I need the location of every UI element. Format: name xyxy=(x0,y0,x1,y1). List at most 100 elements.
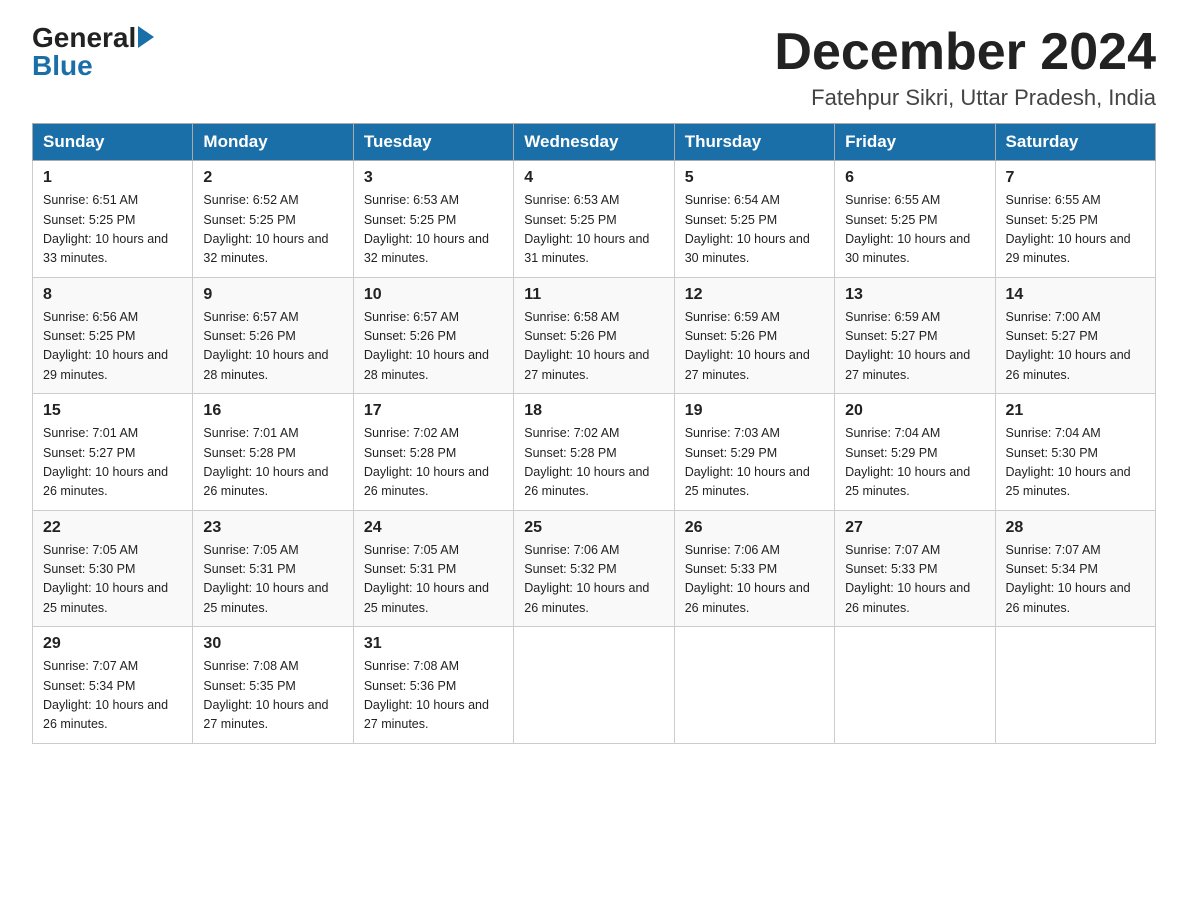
calendar-day-cell xyxy=(514,627,674,744)
logo-blue-text: Blue xyxy=(32,50,93,81)
calendar-day-cell: 18Sunrise: 7:02 AMSunset: 5:28 PMDayligh… xyxy=(514,394,674,511)
calendar-header-row: SundayMondayTuesdayWednesdayThursdayFrid… xyxy=(33,124,1156,161)
calendar-day-cell: 29 Sunrise: 7:07 AMSunset: 5:34 PMDayligh… xyxy=(33,627,193,744)
day-number: 23 xyxy=(203,519,342,537)
calendar-day-cell: 19 Sunrise: 7:03 AMSunset: 5:29 PMDayligh… xyxy=(674,394,834,511)
day-number: 17 xyxy=(364,402,503,420)
calendar-day-cell: 30 Sunrise: 7:08 AMSunset: 5:35 PMDayligh… xyxy=(193,627,353,744)
calendar-day-cell xyxy=(674,627,834,744)
calendar-day-cell: 22Sunrise: 7:05 AMSunset: 5:30 PMDayligh… xyxy=(33,510,193,627)
day-info: Sunrise: 7:04 AMSunset: 5:30 PMDaylight:… xyxy=(1006,424,1145,502)
day-number: 21 xyxy=(1006,402,1145,420)
day-number: 1 xyxy=(43,169,182,187)
day-info: Sunrise: 7:05 AMSunset: 5:31 PMDaylight:… xyxy=(203,541,342,619)
calendar-day-cell: 24Sunrise: 7:05 AMSunset: 5:31 PMDayligh… xyxy=(353,510,513,627)
calendar-day-cell: 9Sunrise: 6:57 AMSunset: 5:26 PMDaylight… xyxy=(193,277,353,394)
day-info: Sunrise: 6:57 AMSunset: 5:26 PMDaylight:… xyxy=(364,308,503,386)
calendar-week-row: 8Sunrise: 6:56 AMSunset: 5:25 PMDaylight… xyxy=(33,277,1156,394)
day-info: Sunrise: 6:58 AMSunset: 5:26 PMDaylight:… xyxy=(524,308,663,386)
day-number: 4 xyxy=(524,169,663,187)
weekday-header-tuesday: Tuesday xyxy=(353,124,513,161)
day-number: 11 xyxy=(524,286,663,304)
calendar-day-cell: 31 Sunrise: 7:08 AMSunset: 5:36 PMDayligh… xyxy=(353,627,513,744)
calendar-day-cell: 28 Sunrise: 7:07 AMSunset: 5:34 PMDayligh… xyxy=(995,510,1155,627)
day-info: Sunrise: 6:51 AMSunset: 5:25 PMDaylight:… xyxy=(43,191,182,269)
calendar-day-cell: 3 Sunrise: 6:53 AMSunset: 5:25 PMDaylight… xyxy=(353,161,513,278)
day-number: 27 xyxy=(845,519,984,537)
calendar-day-cell: 11 Sunrise: 6:58 AMSunset: 5:26 PMDayligh… xyxy=(514,277,674,394)
calendar-day-cell: 7Sunrise: 6:55 AMSunset: 5:25 PMDaylight… xyxy=(995,161,1155,278)
calendar-day-cell: 27 Sunrise: 7:07 AMSunset: 5:33 PMDayligh… xyxy=(835,510,995,627)
calendar-day-cell: 17 Sunrise: 7:02 AMSunset: 5:28 PMDayligh… xyxy=(353,394,513,511)
logo-general-text: General xyxy=(32,24,136,52)
day-number: 7 xyxy=(1006,169,1145,187)
day-info: Sunrise: 7:08 AMSunset: 5:35 PMDaylight:… xyxy=(203,657,342,735)
location-subtitle: Fatehpur Sikri, Uttar Pradesh, India xyxy=(774,85,1156,111)
calendar-day-cell: 5Sunrise: 6:54 AMSunset: 5:25 PMDaylight… xyxy=(674,161,834,278)
day-info: Sunrise: 7:02 AMSunset: 5:28 PMDaylight:… xyxy=(524,424,663,502)
weekday-header-thursday: Thursday xyxy=(674,124,834,161)
day-info: Sunrise: 7:01 AMSunset: 5:28 PMDaylight:… xyxy=(203,424,342,502)
day-info: Sunrise: 6:53 AMSunset: 5:25 PMDaylight:… xyxy=(364,191,503,269)
logo-flag-icon xyxy=(138,26,154,48)
calendar-day-cell: 1 Sunrise: 6:51 AMSunset: 5:25 PMDaylight… xyxy=(33,161,193,278)
calendar-day-cell: 20Sunrise: 7:04 AMSunset: 5:29 PMDayligh… xyxy=(835,394,995,511)
weekday-header-sunday: Sunday xyxy=(33,124,193,161)
calendar-week-row: 22Sunrise: 7:05 AMSunset: 5:30 PMDayligh… xyxy=(33,510,1156,627)
day-info: Sunrise: 6:53 AMSunset: 5:25 PMDaylight:… xyxy=(524,191,663,269)
day-number: 26 xyxy=(685,519,824,537)
day-number: 6 xyxy=(845,169,984,187)
day-number: 28 xyxy=(1006,519,1145,537)
calendar-day-cell: 14 Sunrise: 7:00 AMSunset: 5:27 PMDayligh… xyxy=(995,277,1155,394)
calendar-week-row: 1 Sunrise: 6:51 AMSunset: 5:25 PMDaylight… xyxy=(33,161,1156,278)
day-number: 16 xyxy=(203,402,342,420)
day-info: Sunrise: 7:06 AMSunset: 5:32 PMDaylight:… xyxy=(524,541,663,619)
day-info: Sunrise: 6:59 AMSunset: 5:27 PMDaylight:… xyxy=(845,308,984,386)
day-number: 29 xyxy=(43,635,182,653)
day-info: Sunrise: 6:57 AMSunset: 5:26 PMDaylight:… xyxy=(203,308,342,386)
calendar-week-row: 15 Sunrise: 7:01 AMSunset: 5:27 PMDayligh… xyxy=(33,394,1156,511)
day-number: 3 xyxy=(364,169,503,187)
calendar-day-cell xyxy=(835,627,995,744)
calendar-day-cell: 15 Sunrise: 7:01 AMSunset: 5:27 PMDayligh… xyxy=(33,394,193,511)
calendar-day-cell: 4 Sunrise: 6:53 AMSunset: 5:25 PMDaylight… xyxy=(514,161,674,278)
day-info: Sunrise: 7:07 AMSunset: 5:33 PMDaylight:… xyxy=(845,541,984,619)
day-number: 25 xyxy=(524,519,663,537)
calendar-day-cell: 2 Sunrise: 6:52 AMSunset: 5:25 PMDaylight… xyxy=(193,161,353,278)
day-number: 12 xyxy=(685,286,824,304)
calendar-day-cell: 10 Sunrise: 6:57 AMSunset: 5:26 PMDayligh… xyxy=(353,277,513,394)
day-number: 19 xyxy=(685,402,824,420)
day-number: 15 xyxy=(43,402,182,420)
month-title: December 2024 xyxy=(774,24,1156,81)
day-info: Sunrise: 7:00 AMSunset: 5:27 PMDaylight:… xyxy=(1006,308,1145,386)
day-number: 14 xyxy=(1006,286,1145,304)
day-number: 2 xyxy=(203,169,342,187)
day-info: Sunrise: 7:07 AMSunset: 5:34 PMDaylight:… xyxy=(1006,541,1145,619)
day-info: Sunrise: 7:08 AMSunset: 5:36 PMDaylight:… xyxy=(364,657,503,735)
day-info: Sunrise: 7:06 AMSunset: 5:33 PMDaylight:… xyxy=(685,541,824,619)
calendar-day-cell: 21 Sunrise: 7:04 AMSunset: 5:30 PMDayligh… xyxy=(995,394,1155,511)
day-number: 10 xyxy=(364,286,503,304)
day-info: Sunrise: 6:56 AMSunset: 5:25 PMDaylight:… xyxy=(43,308,182,386)
day-info: Sunrise: 7:07 AMSunset: 5:34 PMDaylight:… xyxy=(43,657,182,735)
day-info: Sunrise: 7:05 AMSunset: 5:30 PMDaylight:… xyxy=(43,541,182,619)
day-info: Sunrise: 7:03 AMSunset: 5:29 PMDaylight:… xyxy=(685,424,824,502)
calendar-day-cell: 13Sunrise: 6:59 AMSunset: 5:27 PMDayligh… xyxy=(835,277,995,394)
calendar-week-row: 29 Sunrise: 7:07 AMSunset: 5:34 PMDayligh… xyxy=(33,627,1156,744)
day-info: Sunrise: 6:54 AMSunset: 5:25 PMDaylight:… xyxy=(685,191,824,269)
day-info: Sunrise: 7:05 AMSunset: 5:31 PMDaylight:… xyxy=(364,541,503,619)
calendar-day-cell: 6 Sunrise: 6:55 AMSunset: 5:25 PMDaylight… xyxy=(835,161,995,278)
day-number: 30 xyxy=(203,635,342,653)
weekday-header-friday: Friday xyxy=(835,124,995,161)
weekday-header-saturday: Saturday xyxy=(995,124,1155,161)
calendar-table: SundayMondayTuesdayWednesdayThursdayFrid… xyxy=(32,123,1156,744)
weekday-header-monday: Monday xyxy=(193,124,353,161)
day-info: Sunrise: 7:01 AMSunset: 5:27 PMDaylight:… xyxy=(43,424,182,502)
calendar-day-cell: 23 Sunrise: 7:05 AMSunset: 5:31 PMDayligh… xyxy=(193,510,353,627)
calendar-day-cell: 26 Sunrise: 7:06 AMSunset: 5:33 PMDayligh… xyxy=(674,510,834,627)
day-info: Sunrise: 7:04 AMSunset: 5:29 PMDaylight:… xyxy=(845,424,984,502)
day-number: 31 xyxy=(364,635,503,653)
day-info: Sunrise: 7:02 AMSunset: 5:28 PMDaylight:… xyxy=(364,424,503,502)
day-info: Sunrise: 6:52 AMSunset: 5:25 PMDaylight:… xyxy=(203,191,342,269)
day-info: Sunrise: 6:55 AMSunset: 5:25 PMDaylight:… xyxy=(845,191,984,269)
